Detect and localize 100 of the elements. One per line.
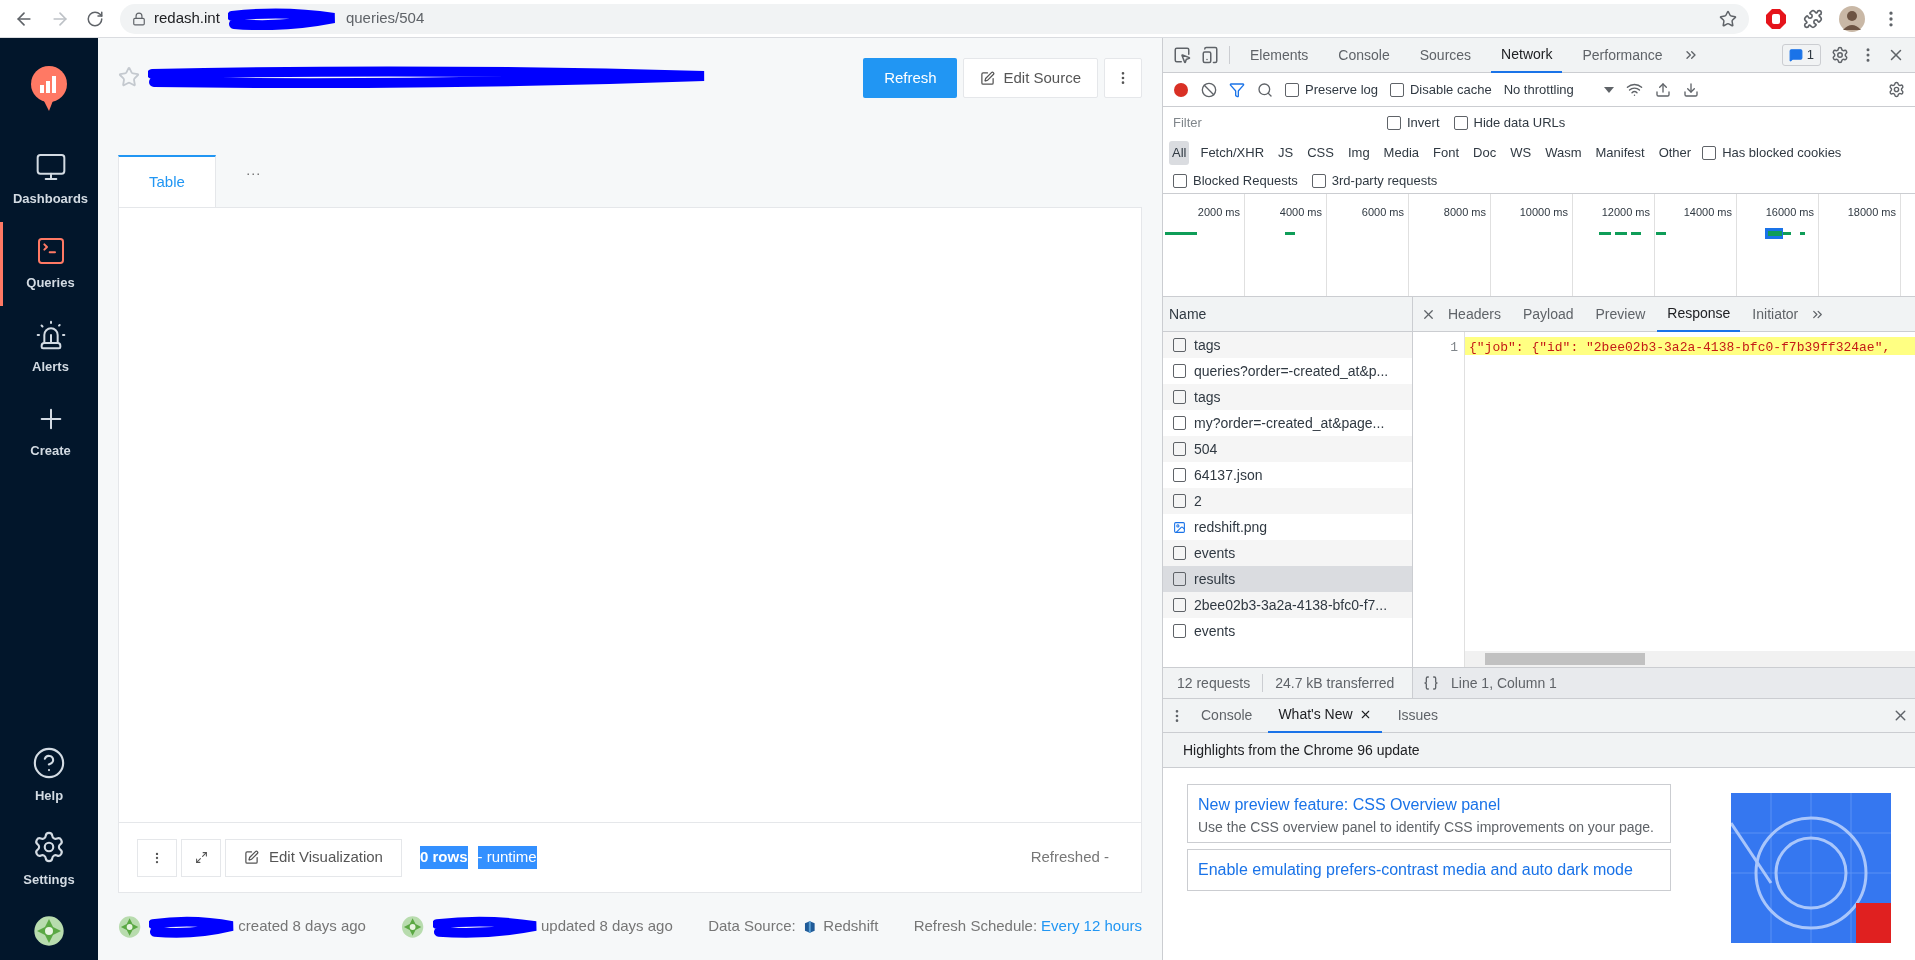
checkbox[interactable]: [1311, 173, 1326, 188]
avatar-icon: [401, 914, 425, 939]
detail-tab[interactable]: Initiator: [1742, 296, 1809, 332]
detail-tab[interactable]: Headers: [1438, 296, 1511, 332]
drawer-tab[interactable]: Issues: [1387, 698, 1449, 733]
type-filter[interactable]: Other: [1655, 141, 1695, 165]
devtools-tab[interactable]: Console: [1328, 37, 1400, 73]
document-icon: [1173, 598, 1186, 612]
row-count: 0 rows: [419, 846, 468, 869]
search-icon[interactable]: [1257, 81, 1273, 98]
document-icon: [1173, 624, 1186, 638]
message-icon: [1788, 48, 1803, 62]
sidebar-item[interactable]: Settings: [0, 818, 98, 902]
checkbox-option[interactable]: Blocked Requests: [1173, 170, 1298, 191]
timeline-tick: 10000 ms: [1519, 205, 1568, 218]
checkbox[interactable]: [1285, 82, 1299, 97]
drawer-tab[interactable]: Console: [1191, 698, 1263, 733]
request-row[interactable]: 504: [1163, 436, 1412, 462]
request-row[interactable]: tags: [1163, 332, 1412, 358]
throttling-dropdown[interactable]: No throttling: [1503, 79, 1614, 100]
response-code: {"job": {"id": "2bee02b3-3a2a-4138-bfc0-f7b39ff324ae",: [1468, 340, 1891, 355]
type-filter[interactable]: Fetch/XHR: [1197, 141, 1268, 165]
feature-card[interactable]: New preview feature: CSS Overview panel Use the CSS overview panel to identify CSS improvements on your page.: [1187, 784, 1671, 843]
network-conditions-icon[interactable]: [1625, 81, 1643, 98]
inspect-icon[interactable]: [1173, 46, 1191, 64]
devtools-tab[interactable]: Sources: [1409, 37, 1482, 73]
settings-icon[interactable]: [1888, 81, 1905, 98]
checkbox-option[interactable]: Has blocked cookies: [1702, 143, 1842, 163]
sidebar-item[interactable]: Help: [0, 734, 98, 818]
checkbox-option[interactable]: 3rd-party requests: [1311, 170, 1438, 191]
checkbox-label: Hide data URLs: [1473, 113, 1566, 132]
data-source-label: Data Source:: [708, 916, 796, 937]
pretty-print-icon[interactable]: [1423, 675, 1439, 691]
checkbox-option[interactable]: Preserve log: [1285, 79, 1378, 100]
avatar-icon[interactable]: [33, 915, 65, 947]
edit-visualization-button[interactable]: Edit Visualization: [225, 838, 402, 877]
logo-icon[interactable]: [30, 65, 68, 111]
device-toggle-icon[interactable]: [1201, 46, 1219, 64]
timeline-tick: 12000 ms: [1601, 205, 1650, 218]
request-row[interactable]: 2bee02b3-3a2a-4138-bfc0-f7...: [1163, 592, 1412, 618]
devtools-tab[interactable]: Performance: [1572, 37, 1673, 73]
document-icon: [1173, 338, 1186, 352]
upload-icon[interactable]: [1654, 81, 1671, 98]
alarm-icon: [34, 319, 67, 352]
horizontal-scrollbar[interactable]: [1465, 651, 1915, 667]
type-filter[interactable]: Doc: [1470, 141, 1500, 165]
request-row[interactable]: results: [1163, 566, 1412, 592]
filter-field[interactable]: Filter: [1169, 111, 1373, 134]
filter-icon[interactable]: [1229, 81, 1245, 98]
devtools-tab[interactable]: Network: [1491, 37, 1563, 73]
clear-icon[interactable]: [1201, 81, 1217, 98]
request-row[interactable]: tags: [1163, 384, 1412, 410]
record-icon[interactable]: [1173, 81, 1189, 98]
detail-tab[interactable]: Payload: [1512, 296, 1584, 332]
address-bar[interactable]: redash.int queries/504: [120, 3, 1749, 34]
checkbox-option[interactable]: Disable cache: [1390, 79, 1492, 100]
checkbox-option[interactable]: Hide data URLs: [1453, 112, 1566, 133]
bookmark-star-icon[interactable]: [1719, 9, 1737, 28]
checkbox-label: Blocked Requests: [1193, 171, 1298, 190]
visualization-tab[interactable]: ···: [215, 155, 291, 207]
timeline-tick: 18000 ms: [1847, 205, 1896, 218]
download-icon[interactable]: [1682, 81, 1699, 98]
request-row[interactable]: events: [1163, 540, 1412, 566]
checkbox-option[interactable]: Invert: [1387, 112, 1440, 133]
sidebar-item[interactable]: Create: [0, 390, 98, 474]
devtools-tab[interactable]: Elements: [1240, 37, 1319, 73]
type-filter[interactable]: CSS: [1304, 141, 1337, 165]
sidebar-item[interactable]: Dashboards: [0, 138, 98, 222]
request-count: 12 requests: [1177, 673, 1251, 693]
feature-card[interactable]: Enable emulating prefers-contrast media and auto dark mode: [1187, 849, 1671, 891]
extensions-icon[interactable]: [1803, 8, 1823, 29]
image-file-icon: [1173, 520, 1186, 534]
detail-tab[interactable]: Response: [1657, 296, 1741, 332]
checkbox[interactable]: [1390, 82, 1404, 97]
checkbox[interactable]: [1453, 115, 1468, 130]
checkbox-label: Invert: [1407, 113, 1440, 132]
issues-badge[interactable]: 1: [1781, 44, 1821, 66]
settings-icon[interactable]: [1831, 46, 1849, 64]
request-row[interactable]: 2: [1163, 488, 1412, 514]
checkbox[interactable]: [1173, 173, 1187, 188]
checkbox[interactable]: [1387, 115, 1401, 130]
type-filter[interactable]: Img: [1344, 141, 1373, 165]
checkbox[interactable]: [1702, 146, 1717, 160]
type-filter[interactable]: Wasm: [1542, 141, 1585, 165]
refreshed-text: Refreshed -: [1030, 847, 1110, 868]
avatar-icon[interactable]: [1839, 5, 1865, 32]
type-filter[interactable]: WS: [1507, 141, 1535, 165]
type-filter[interactable]: JS: [1275, 141, 1297, 165]
reload-icon[interactable]: [86, 9, 104, 28]
document-icon: [1173, 546, 1186, 560]
type-filter[interactable]: Font: [1430, 141, 1463, 165]
type-filter[interactable]: All: [1169, 141, 1190, 165]
detail-tab[interactable]: Preview: [1585, 296, 1656, 332]
type-filter[interactable]: Manifest: [1592, 141, 1648, 165]
sidebar-item[interactable]: Alerts: [0, 306, 98, 390]
edit-source-button[interactable]: Edit Source: [963, 58, 1098, 98]
url-text: redash.int: [154, 8, 220, 29]
type-filter[interactable]: Media: [1380, 141, 1423, 165]
document-icon: [1173, 390, 1186, 404]
favorite-star-icon[interactable]: [118, 66, 140, 88]
